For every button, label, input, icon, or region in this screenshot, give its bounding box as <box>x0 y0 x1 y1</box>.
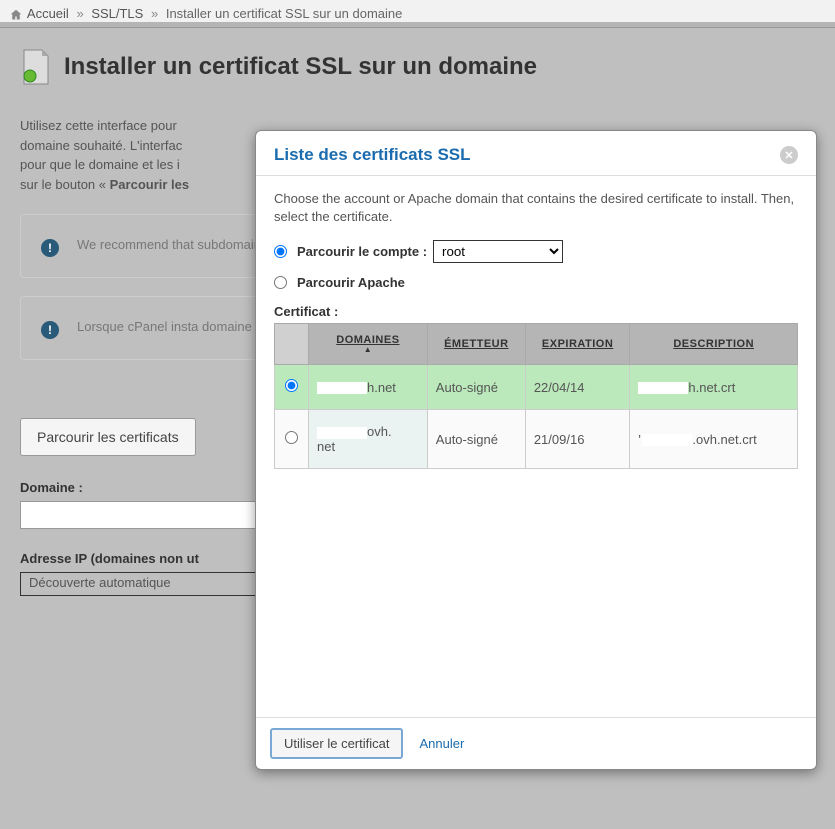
cell-domain: ovh.net <box>309 410 428 469</box>
breadcrumb-home[interactable]: Accueil <box>27 6 69 21</box>
breadcrumb-ssl[interactable]: SSL/TLS <box>91 6 143 21</box>
account-select[interactable]: root <box>433 240 563 263</box>
radio-account-row: Parcourir le compte : root <box>274 240 798 263</box>
modal-title: Liste des certificats SSL <box>274 145 471 165</box>
certificate-icon <box>20 48 52 86</box>
modal-intro: Choose the account or Apache domain that… <box>274 190 798 226</box>
page-title: Installer un certificat SSL sur un domai… <box>64 53 537 81</box>
radio-browse-apache[interactable] <box>274 276 287 289</box>
cell-issuer: Auto-signé <box>427 410 525 469</box>
cert-radio[interactable] <box>285 431 298 444</box>
cert-radio[interactable] <box>285 379 298 392</box>
radio-account-label: Parcourir le compte : <box>297 244 427 259</box>
svg-text:!: ! <box>48 241 52 255</box>
col-select <box>275 324 309 365</box>
info-icon: ! <box>41 321 59 339</box>
sort-arrow-icon: ▲ <box>315 346 421 354</box>
modal-body: Choose the account or Apache domain that… <box>256 176 816 717</box>
breadcrumb-sep: » <box>151 6 158 21</box>
radio-apache-row: Parcourir Apache <box>274 275 798 290</box>
close-icon[interactable]: ✕ <box>780 146 798 164</box>
breadcrumb-current: Installer un certificat SSL sur un domai… <box>166 6 403 21</box>
col-issuer[interactable]: Émetteur <box>427 324 525 365</box>
col-domains[interactable]: Domaines▲ <box>309 324 428 365</box>
col-description[interactable]: Description <box>630 324 798 365</box>
radio-browse-account[interactable] <box>274 245 287 258</box>
col-expiration[interactable]: Expiration <box>525 324 630 365</box>
cell-expiration: 21/09/16 <box>525 410 630 469</box>
radio-apache-label: Parcourir Apache <box>297 275 405 290</box>
svg-text:!: ! <box>48 323 52 337</box>
breadcrumb-sep: » <box>76 6 83 21</box>
use-certificate-button[interactable]: Utiliser le certificat <box>270 728 403 759</box>
modal-header: Liste des certificats SSL ✕ <box>256 131 816 176</box>
table-row[interactable]: h.net Auto-signé 22/04/14 h.net.crt <box>275 365 798 410</box>
cell-issuer: Auto-signé <box>427 365 525 410</box>
browse-certificates-button[interactable]: Parcourir les certificats <box>20 418 196 456</box>
page-header: Installer un certificat SSL sur un domai… <box>20 48 815 86</box>
cell-expiration: 22/04/14 <box>525 365 630 410</box>
home-icon <box>10 9 22 21</box>
cell-description: '.ovh.net.crt <box>630 410 798 469</box>
info-icon: ! <box>41 239 59 257</box>
cell-description: h.net.crt <box>630 365 798 410</box>
cancel-link[interactable]: Annuler <box>419 736 464 751</box>
cert-table: Domaines▲ Émetteur Expiration Descriptio… <box>274 323 798 469</box>
table-row[interactable]: ovh.net Auto-signé 21/09/16 '.ovh.net.cr… <box>275 410 798 469</box>
modal-footer: Utiliser le certificat Annuler <box>256 717 816 769</box>
cert-label: Certificat : <box>274 304 798 319</box>
cell-domain: h.net <box>309 365 428 410</box>
ssl-certificates-modal: Liste des certificats SSL ✕ Choose the a… <box>255 130 817 770</box>
